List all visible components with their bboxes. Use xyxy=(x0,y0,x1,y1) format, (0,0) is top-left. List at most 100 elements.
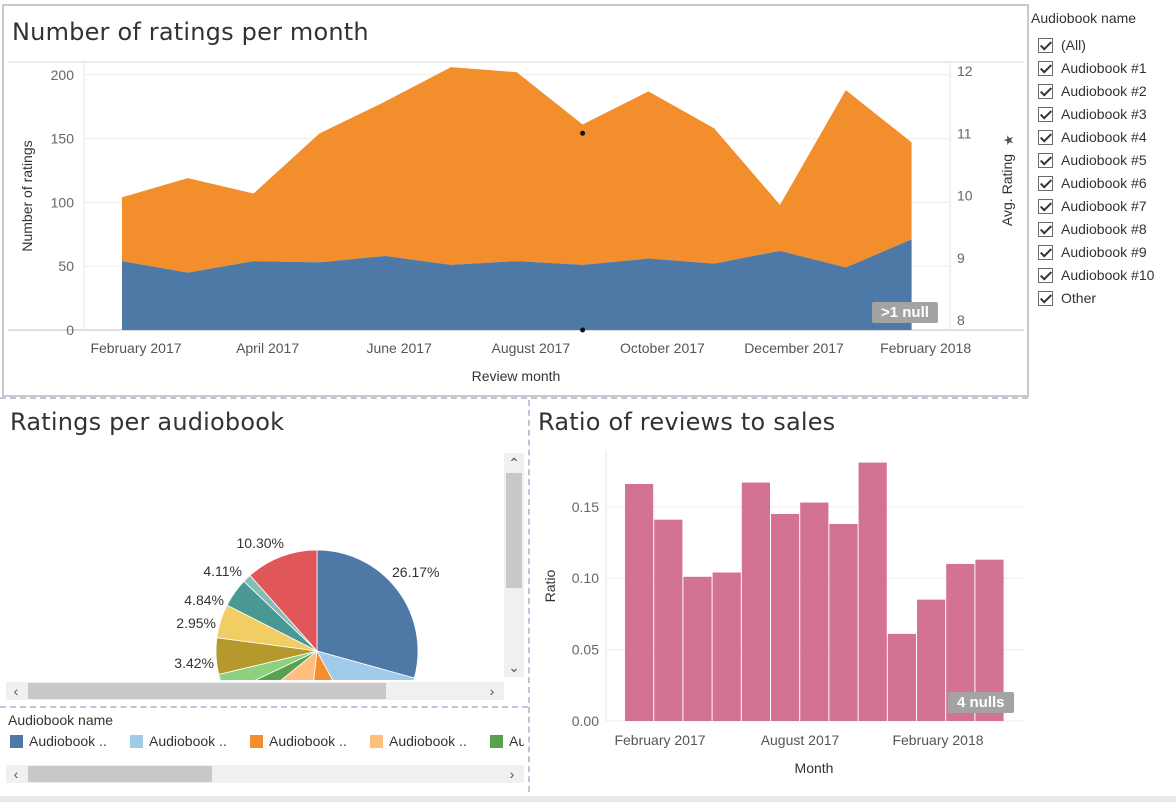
chevron-left-icon[interactable]: ‹ xyxy=(8,683,24,699)
legend-label: Au xyxy=(509,733,524,749)
y2-axis-title: Avg. Rating xyxy=(999,154,1015,226)
x-tick-label: February 2017 xyxy=(614,732,705,748)
legend-label: Audiobook .. xyxy=(29,733,107,749)
checkbox-checked-icon[interactable] xyxy=(1038,83,1053,99)
x-tick-label: August 2017 xyxy=(761,732,840,748)
null-indicator-badge[interactable]: 4 nulls xyxy=(948,692,1014,713)
filter-item-label: Audiobook #1 xyxy=(1061,60,1147,76)
filter-item-label: (All) xyxy=(1061,37,1086,53)
ratio-bar xyxy=(858,462,887,721)
legend-horizontal-scrollbar[interactable]: ‹ › xyxy=(6,765,524,783)
filter-item-label: Audiobook #8 xyxy=(1061,221,1147,237)
y-axis-title: Ratio xyxy=(542,569,558,602)
checkbox-checked-icon[interactable] xyxy=(1038,290,1053,306)
ratio-bar xyxy=(829,523,858,721)
filter-item[interactable]: Other xyxy=(1038,288,1096,308)
checkbox-checked-icon[interactable] xyxy=(1038,37,1053,53)
legend-title: Audiobook name xyxy=(8,712,114,728)
checkbox-checked-icon[interactable] xyxy=(1038,244,1053,260)
audiobook-filter: Audiobook name (All) Audiobook #1 Audioboo… xyxy=(1030,8,1176,328)
y2-tick-label: 12 xyxy=(957,63,973,79)
ratio-bar xyxy=(887,633,916,721)
y2-tick-label: 11 xyxy=(957,125,972,141)
ratings-area-chart[interactable]: 0 50 100 150 200 8 9 10 11 12 February 2017 April 2… xyxy=(4,54,1027,394)
x-tick-label: April 2017 xyxy=(236,340,299,356)
filter-item-label: Audiobook #10 xyxy=(1061,267,1155,283)
filter-item[interactable]: Audiobook #6 xyxy=(1038,173,1147,193)
legend-swatch xyxy=(10,734,23,748)
y-tick-label: 0.10 xyxy=(572,570,599,586)
null-indicator-badge[interactable]: >1 null xyxy=(872,302,938,323)
checkbox-checked-icon[interactable] xyxy=(1038,198,1053,214)
scrollbar-thumb[interactable] xyxy=(28,683,386,699)
filter-item-label: Audiobook #3 xyxy=(1061,106,1147,122)
chevron-right-icon[interactable]: › xyxy=(484,683,500,699)
filter-item[interactable]: Audiobook #5 xyxy=(1038,150,1147,170)
y-tick-label: 150 xyxy=(51,131,75,147)
ratio-bar xyxy=(712,572,741,721)
checkbox-checked-icon[interactable] xyxy=(1038,175,1053,191)
y-tick-label: 0 xyxy=(66,322,74,338)
filter-item[interactable]: Audiobook #8 xyxy=(1038,219,1147,239)
legend-swatch xyxy=(370,734,383,748)
legend-item[interactable]: Audiobook .. xyxy=(10,733,107,749)
pie-slice-label: 10.30% xyxy=(237,535,284,551)
x-tick-label: August 2017 xyxy=(491,340,570,356)
x-tick-label: February 2017 xyxy=(90,340,181,356)
filter-item-label: Audiobook #9 xyxy=(1061,244,1147,260)
legend-swatch xyxy=(250,734,263,748)
legend-item[interactable]: Audiobook .. xyxy=(250,733,347,749)
y2-tick-label: 8 xyxy=(957,312,965,328)
filter-item[interactable]: Audiobook #9 xyxy=(1038,242,1147,262)
y-tick-label: 100 xyxy=(51,194,75,210)
x-tick-label: February 2018 xyxy=(880,340,971,356)
y2-tick-label: 10 xyxy=(957,188,973,204)
dashboard-divider xyxy=(0,397,1028,399)
filter-item-label: Audiobook #2 xyxy=(1061,83,1147,99)
x-axis-title: Review month xyxy=(472,368,561,384)
pie-horizontal-scrollbar[interactable]: ‹ › xyxy=(6,682,504,700)
filter-item[interactable]: Audiobook #2 xyxy=(1038,81,1147,101)
x-tick-label: February 2018 xyxy=(892,732,983,748)
filter-item-label: Audiobook #5 xyxy=(1061,152,1147,168)
scrollbar-thumb[interactable] xyxy=(506,473,522,588)
ratio-bar-chart[interactable]: 0.00 0.05 0.10 0.15 February 2017 August 2017… xyxy=(532,450,1026,790)
avg-rating-point xyxy=(580,327,586,333)
filter-item[interactable]: Audiobook #10 xyxy=(1038,265,1154,285)
filter-item[interactable]: Audiobook #4 xyxy=(1038,127,1147,147)
area-series-orange xyxy=(122,67,912,273)
chevron-down-icon[interactable]: ⌄ xyxy=(506,659,522,675)
ratio-bar xyxy=(625,483,654,721)
filter-item[interactable]: Audiobook #7 xyxy=(1038,196,1147,216)
chevron-left-icon[interactable]: ‹ xyxy=(8,766,24,782)
legend-item[interactable]: Au xyxy=(490,733,524,749)
ratio-bar xyxy=(800,502,829,721)
legend-item[interactable]: Audiobook .. xyxy=(370,733,467,749)
filter-item[interactable]: (All) xyxy=(1038,35,1086,55)
ratio-bar xyxy=(917,599,946,721)
checkbox-checked-icon[interactable] xyxy=(1038,221,1053,237)
chevron-up-icon[interactable]: ⌃ xyxy=(506,455,522,471)
ratio-chart-title: Ratio of reviews to sales xyxy=(538,408,836,436)
ratio-bar xyxy=(771,513,800,721)
checkbox-checked-icon[interactable] xyxy=(1038,106,1053,122)
checkbox-checked-icon[interactable] xyxy=(1038,267,1053,283)
filter-item[interactable]: Audiobook #1 xyxy=(1038,58,1147,78)
legend-label: Audiobook .. xyxy=(269,733,347,749)
filter-item[interactable]: Audiobook #3 xyxy=(1038,104,1147,124)
scrollbar-thumb[interactable] xyxy=(28,766,212,782)
legend-item[interactable]: Audiobook .. xyxy=(130,733,227,749)
pie-vertical-scrollbar[interactable]: ⌃ ⌄ xyxy=(504,453,524,677)
y-axis-title: Number of ratings xyxy=(19,140,35,251)
checkbox-checked-icon[interactable] xyxy=(1038,129,1053,145)
checkbox-checked-icon[interactable] xyxy=(1038,152,1053,168)
x-tick-label: December 2017 xyxy=(744,340,844,356)
chevron-right-icon[interactable]: › xyxy=(504,766,520,782)
ratings-per-month-panel: Number of ratings per month 0 50 100 150 200… xyxy=(2,4,1029,397)
checkbox-checked-icon[interactable] xyxy=(1038,60,1053,76)
legend-swatch xyxy=(130,734,143,748)
x-tick-label: June 2017 xyxy=(366,340,432,356)
dashboard-divider xyxy=(528,400,530,792)
ratings-pie-chart[interactable]: 26.17% 3.42% 2.95% 4.84% 4.11% 10.30% xyxy=(0,450,504,680)
legend-label: Audiobook .. xyxy=(389,733,467,749)
